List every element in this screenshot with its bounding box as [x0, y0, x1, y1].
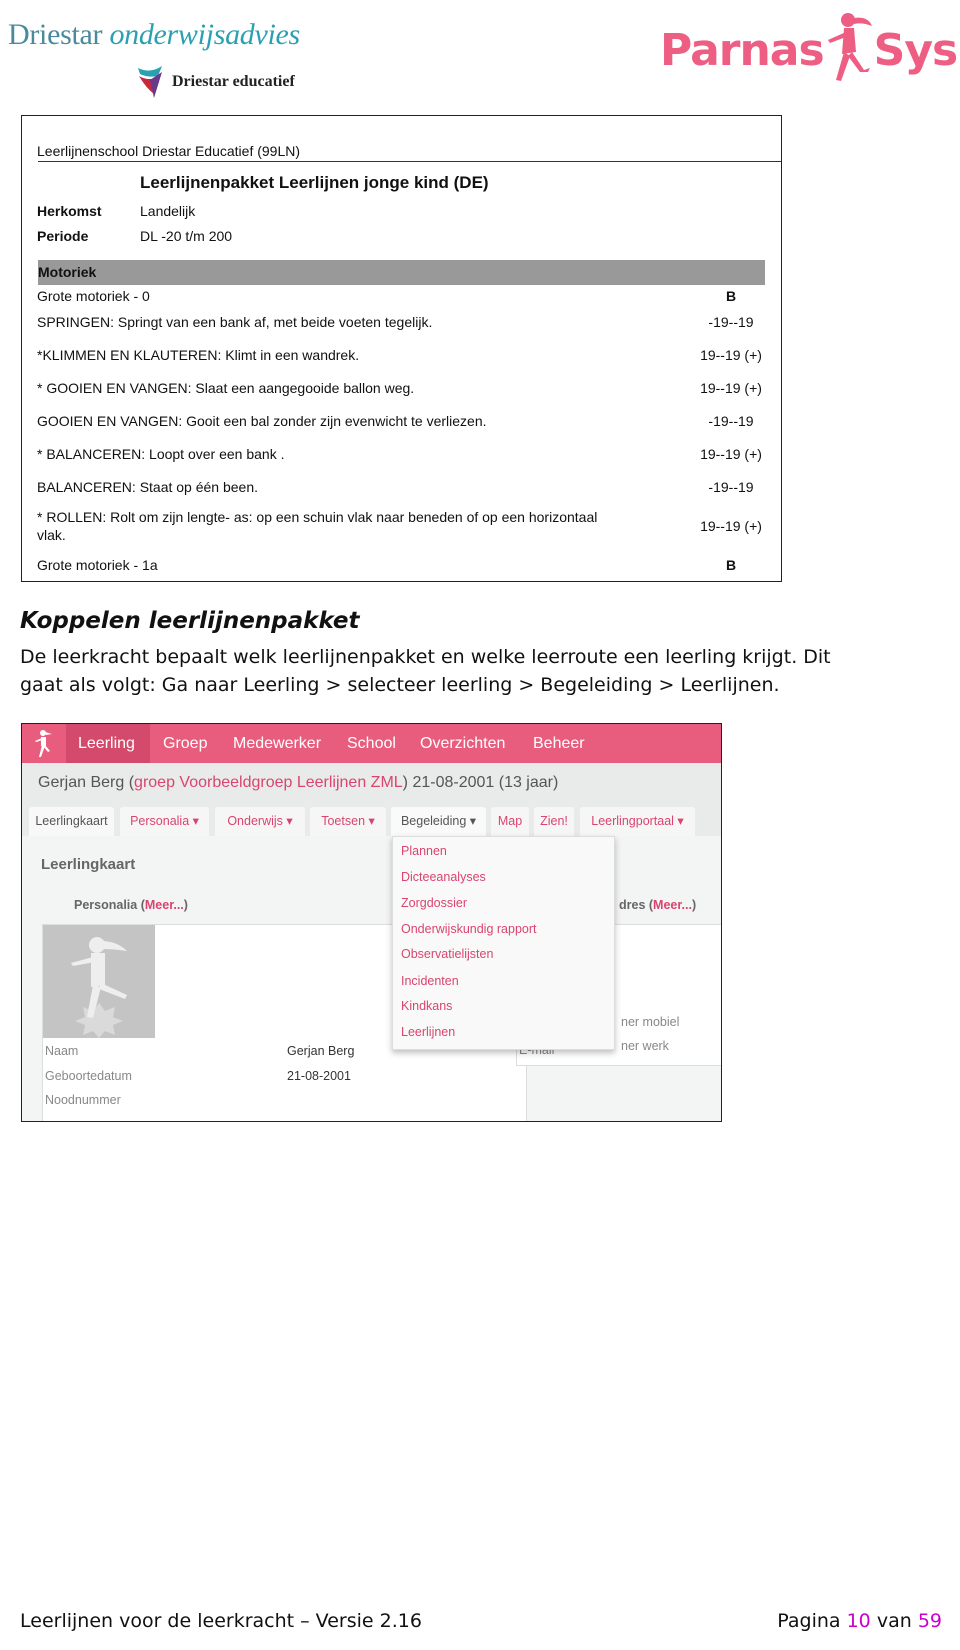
row-value: 19--19 (+) [700, 380, 762, 396]
row-value: 19--19 (+) [700, 446, 762, 462]
row-value: 19--19 (+) [700, 347, 762, 363]
row-text: GOOIEN EN VANGEN: Gooit een bal zonder z… [37, 413, 487, 429]
group-link[interactable]: groep Voorbeeldgroep Leerlijnen ZML [134, 774, 403, 791]
field-label: ner mobiel [621, 1015, 680, 1029]
row-value: -19--19 [708, 479, 754, 495]
field-value: Gerjan Berg [287, 1044, 355, 1058]
row-value: -19--19 [708, 314, 754, 330]
periode-value: DL -20 t/m 200 [140, 228, 233, 244]
paragraph-line: gaat als volgt: Ga naar Leerling > selec… [20, 674, 780, 696]
row-text: Grote motoriek - 0 [37, 288, 150, 304]
tab-toetsen[interactable]: Toetsen ▾ [310, 807, 386, 836]
school-name: Leerlijnenschool Driestar Educatief (99L… [37, 143, 301, 159]
nav-beheer[interactable]: Beheer [533, 724, 585, 763]
field-value: 21-08-2001 [287, 1069, 351, 1083]
row-text: *KLIMMEN EN KLAUTEREN: Klimt in een wand… [37, 347, 360, 363]
field-label: ner werk [621, 1039, 669, 1053]
row-text: BALANCEREN: Staat op één been. [37, 479, 259, 495]
page-title: Leerlingkaart [41, 856, 136, 873]
periode-label: Periode [37, 228, 89, 244]
student-photo-placeholder [43, 925, 155, 1038]
tab-leerlingkaart[interactable]: Leerlingkaart [29, 807, 114, 836]
tab-onderwijs[interactable]: Onderwijs ▾ [215, 807, 305, 836]
row-value: B [725, 288, 737, 304]
parnassys-dancer-icon[interactable] [34, 729, 54, 759]
student-info: Gerjan Berg (groep Voorbeeldgroep Leerli… [38, 774, 559, 791]
paragraph-line: De leerkracht bepaalt welk leerlijnenpak… [20, 646, 831, 668]
row-text: Grote motoriek - 1a [37, 557, 158, 573]
nav-overzichten[interactable]: Overzichten [420, 724, 505, 763]
field-label: Noodnummer [45, 1093, 121, 1107]
footer-document-title: Leerlijnen voor de leerkracht – Versie 2… [20, 1610, 422, 1632]
nav-leerling[interactable]: Leerling [78, 724, 135, 763]
nav-groep[interactable]: Groep [163, 724, 207, 763]
menu-item-onderwijskundig-rapport[interactable]: Onderwijskundig rapport [401, 922, 537, 936]
menu-item-observatielijsten[interactable]: Observatielijsten [401, 947, 493, 961]
menu-item-plannen[interactable]: Plannen [401, 844, 447, 858]
tab-zien[interactable]: Zien! [534, 807, 574, 836]
divider [38, 161, 781, 162]
top-nav: Leerling Groep Medewerker School Overzic… [22, 724, 721, 763]
menu-item-zorgdossier[interactable]: Zorgdossier [401, 896, 467, 910]
field-label: Naam [45, 1044, 79, 1058]
field-label: Geboortedatum [45, 1069, 132, 1083]
tab-personalia[interactable]: Personalia ▾ [120, 807, 209, 836]
tab-leerlingportaal[interactable]: Leerlingportaal ▾ [580, 807, 695, 836]
herkomst-value: Landelijk [140, 203, 196, 219]
row-text: * BALANCEREN: Loopt over een bank . [37, 446, 285, 462]
row-value: B [725, 557, 737, 573]
footer-page-number: Pagina 10 van 59 [777, 1610, 942, 1632]
nav-school[interactable]: School [347, 724, 396, 763]
leerlijnenpakket-report: Leerlijnenschool Driestar Educatief (99L… [21, 115, 782, 582]
parnassys-screenshot: Leerling Groep Medewerker School Overzic… [21, 723, 722, 1122]
row-text: vlak. [37, 527, 66, 543]
meer-link[interactable]: Meer... [653, 898, 692, 912]
row-text: * ROLLEN: Rolt om zijn lengte- as: op ee… [37, 509, 598, 525]
dancer-icon [827, 13, 872, 81]
report-title: Leerlijnenpakket Leerlijnen jonge kind (… [140, 173, 489, 192]
menu-item-kindkans[interactable]: Kindkans [401, 999, 452, 1013]
nav-medewerker[interactable]: Medewerker [233, 724, 321, 763]
herkomst-label: Herkomst [37, 203, 102, 219]
parnassys-logo: Parnas Sys [660, 10, 958, 90]
row-text: * GOOIEN EN VANGEN: Slaat een aangegooid… [37, 380, 415, 396]
driestar-onderwijsadvies-logo: Driestar onderwijsadvies [8, 18, 300, 51]
row-text: SPRINGEN: Springt van een bank af, met b… [37, 314, 433, 330]
tab-map[interactable]: Map [491, 807, 529, 836]
menu-item-leerlijnen[interactable]: Leerlijnen [401, 1025, 455, 1039]
menu-item-dicteeanalyses[interactable]: Dicteeanalyses [401, 870, 486, 884]
driestar-icon [138, 66, 162, 98]
row-value: 19--19 (+) [700, 518, 762, 534]
tab-begeleiding[interactable]: Begeleiding ▾ [391, 807, 486, 836]
adres-heading: dres (Meer...) [619, 898, 697, 912]
menu-item-incidenten[interactable]: Incidenten [401, 974, 459, 988]
section-bar: Motoriek [38, 260, 765, 285]
begeleiding-dropdown: Plannen Dicteeanalyses Zorgdossier Onder… [392, 836, 615, 1050]
row-value: -19--19 [708, 413, 754, 429]
avatar-silhouette-icon [71, 937, 127, 1038]
section-heading: Koppelen leerlijnenpakket [20, 608, 360, 634]
meer-link[interactable]: Meer... [145, 898, 184, 912]
section-title: Motoriek [38, 264, 97, 280]
personalia-heading: Personalia (Meer...) [74, 898, 188, 912]
driestar-educatief-logo: Driestar educatief [136, 64, 295, 100]
